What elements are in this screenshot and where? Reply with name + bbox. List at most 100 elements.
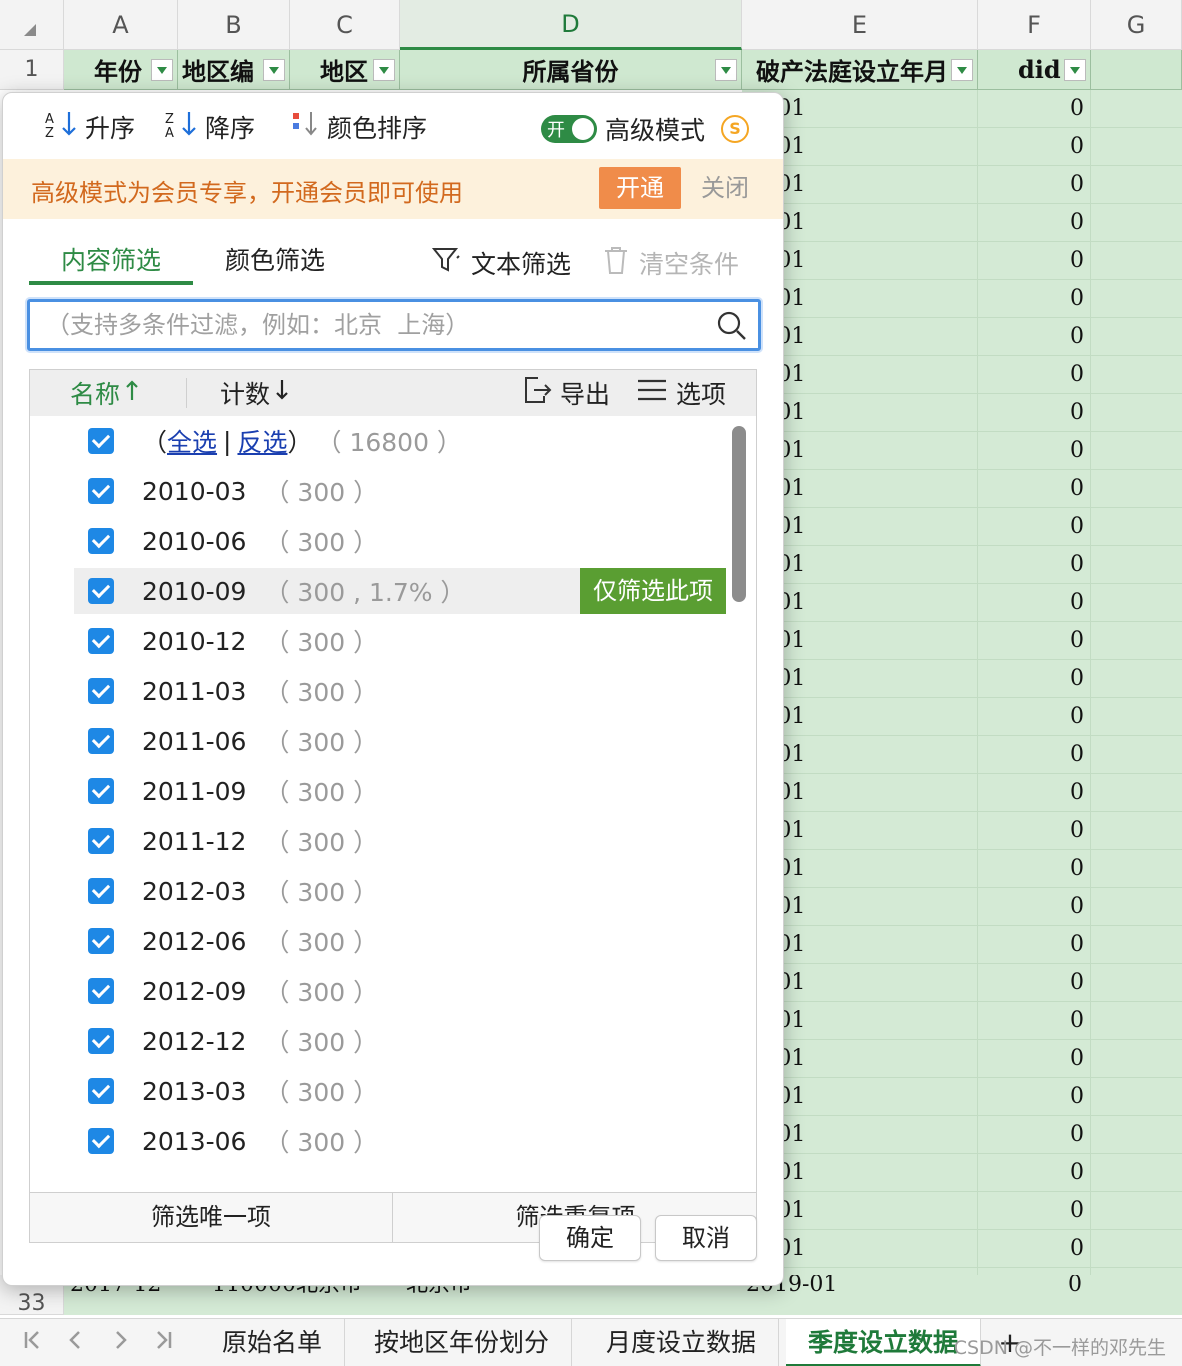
column-header-a[interactable]: A bbox=[64, 0, 178, 50]
header-cell-region[interactable]: 地区 bbox=[290, 50, 400, 90]
cell-g[interactable] bbox=[1091, 128, 1182, 166]
table-row[interactable]: 9-010 bbox=[742, 584, 1182, 622]
cell-did[interactable]: 0 bbox=[978, 1040, 1091, 1078]
cell-g[interactable] bbox=[1091, 1116, 1182, 1154]
list-item[interactable]: 2010-06 （ 300 ） bbox=[74, 518, 726, 564]
cell-did[interactable]: 0 bbox=[978, 90, 1091, 128]
column-header-g[interactable]: G bbox=[1091, 0, 1182, 50]
filter-dropdown-icon[interactable] bbox=[1064, 59, 1086, 81]
list-item[interactable]: 2010-03 （ 300 ） bbox=[74, 468, 726, 514]
cell-g[interactable] bbox=[1091, 90, 1182, 128]
table-row[interactable]: 9-010 bbox=[742, 1002, 1182, 1040]
cell-did[interactable]: 0 bbox=[978, 964, 1091, 1002]
item-checkbox[interactable] bbox=[88, 828, 114, 854]
table-row[interactable]: 9-010 bbox=[742, 774, 1182, 812]
column-header-f[interactable]: F bbox=[978, 0, 1091, 50]
cell-did[interactable]: 0 bbox=[978, 584, 1091, 622]
sheet-tab-original-list[interactable]: 原始名单 bbox=[200, 1319, 346, 1366]
table-row[interactable]: 9-010 bbox=[742, 736, 1182, 774]
list-item[interactable]: 2011-09 （ 300 ） bbox=[74, 768, 726, 814]
table-row[interactable]: 9-010 bbox=[742, 242, 1182, 280]
list-item[interactable]: 2010-09 （ 300 , 1.7% ） 仅筛选此项 bbox=[74, 568, 726, 614]
table-row[interactable]: 9-010 bbox=[742, 1116, 1182, 1154]
next-sheet-icon[interactable] bbox=[104, 1327, 136, 1359]
select-all-corner[interactable] bbox=[0, 0, 64, 50]
item-checkbox[interactable] bbox=[88, 978, 114, 1004]
text-filter-button[interactable]: 文本筛选 bbox=[431, 241, 571, 285]
list-item[interactable]: 2013-03 （ 300 ） bbox=[74, 1068, 726, 1114]
header-cell-g[interactable] bbox=[1091, 50, 1182, 90]
table-row[interactable]: 9-010 bbox=[742, 356, 1182, 394]
table-row[interactable]: 9-010 bbox=[742, 318, 1182, 356]
list-item[interactable]: 2012-03 （ 300 ） bbox=[74, 868, 726, 914]
table-row[interactable]: 9-010 bbox=[742, 622, 1182, 660]
close-banner-button[interactable]: 关闭 bbox=[697, 167, 753, 209]
cell-g[interactable] bbox=[1091, 318, 1182, 356]
item-checkbox[interactable] bbox=[88, 1128, 114, 1154]
cell-did[interactable]: 0 bbox=[978, 280, 1091, 318]
list-scrollbar[interactable] bbox=[732, 426, 746, 602]
prev-sheet-icon[interactable] bbox=[60, 1327, 92, 1359]
item-checkbox[interactable] bbox=[88, 478, 114, 504]
sheet-tab-monthly[interactable]: 月度设立数据 bbox=[584, 1319, 780, 1366]
table-row[interactable]: 9-010 bbox=[742, 204, 1182, 242]
cell-g[interactable] bbox=[1091, 1078, 1182, 1116]
cell-did[interactable]: 0 bbox=[978, 1230, 1091, 1268]
cell-g[interactable] bbox=[1091, 470, 1182, 508]
filter-only-this-button[interactable]: 仅筛选此项 bbox=[580, 568, 726, 614]
item-checkbox[interactable] bbox=[88, 778, 114, 804]
cell-g[interactable] bbox=[1091, 850, 1182, 888]
list-item[interactable]: 2012-06 （ 300 ） bbox=[74, 918, 726, 964]
cell-did[interactable]: 0 bbox=[978, 242, 1091, 280]
cell-did[interactable]: 0 bbox=[978, 736, 1091, 774]
cell-did[interactable]: 0 bbox=[978, 622, 1091, 660]
cell-did[interactable]: 0 bbox=[978, 888, 1091, 926]
cell-did[interactable]: 0 bbox=[978, 1002, 1091, 1040]
column-header-b[interactable]: B bbox=[178, 0, 290, 50]
header-cell-region-code[interactable]: 地区编 bbox=[178, 50, 290, 90]
filter-search-box[interactable] bbox=[27, 299, 761, 351]
table-row[interactable]: 9-010 bbox=[742, 280, 1182, 318]
table-row[interactable]: 9-010 bbox=[742, 394, 1182, 432]
list-item[interactable]: 2013-06 （ 300 ） bbox=[74, 1118, 726, 1164]
cell-g[interactable] bbox=[1091, 584, 1182, 622]
cell-did[interactable]: 0 bbox=[978, 546, 1091, 584]
advanced-mode-toggle[interactable]: 开 bbox=[541, 115, 597, 143]
list-item[interactable]: 2010-12 （ 300 ） bbox=[74, 618, 726, 664]
cell-did[interactable]: 0 bbox=[978, 1116, 1091, 1154]
cell-g[interactable] bbox=[1091, 356, 1182, 394]
cell-g[interactable] bbox=[1091, 622, 1182, 660]
select-all-link[interactable]: 全选 bbox=[167, 423, 217, 459]
item-checkbox[interactable] bbox=[88, 878, 114, 904]
cell-did[interactable]: 0 bbox=[978, 432, 1091, 470]
table-row[interactable]: 9-010 bbox=[742, 508, 1182, 546]
table-row[interactable]: 9-010 bbox=[742, 698, 1182, 736]
header-cell-province[interactable]: 所属省份 bbox=[400, 50, 742, 90]
column-header-e[interactable]: E bbox=[742, 0, 978, 50]
filter-dropdown-icon[interactable] bbox=[151, 59, 173, 81]
cell-g[interactable] bbox=[1091, 774, 1182, 812]
item-checkbox[interactable] bbox=[88, 928, 114, 954]
row-number-1[interactable]: 1 bbox=[0, 50, 64, 90]
table-row[interactable]: 9-010 bbox=[742, 432, 1182, 470]
cell-g[interactable] bbox=[1091, 204, 1182, 242]
cell-g[interactable] bbox=[1091, 660, 1182, 698]
cell-did[interactable]: 0 bbox=[978, 698, 1091, 736]
item-checkbox[interactable] bbox=[88, 678, 114, 704]
column-header-d[interactable]: D bbox=[400, 0, 742, 50]
item-checkbox[interactable] bbox=[88, 628, 114, 654]
cell-g[interactable] bbox=[1091, 926, 1182, 964]
sheet-tab-by-region-year[interactable]: 按地区年份划分 bbox=[352, 1319, 573, 1366]
list-item[interactable]: 2012-12 （ 300 ） bbox=[74, 1018, 726, 1064]
header-cell-court-date[interactable]: 破产法庭设立年月 bbox=[742, 50, 978, 90]
first-sheet-icon[interactable] bbox=[16, 1327, 48, 1359]
cell-did[interactable]: 0 bbox=[978, 204, 1091, 242]
last-sheet-icon[interactable] bbox=[148, 1327, 180, 1359]
cell-g[interactable] bbox=[1091, 1040, 1182, 1078]
tab-color-filter[interactable]: 颜色筛选 bbox=[213, 241, 337, 285]
cell-did[interactable]: 0 bbox=[978, 508, 1091, 546]
cell-g[interactable] bbox=[1091, 964, 1182, 1002]
table-row[interactable]: 9-010 bbox=[742, 470, 1182, 508]
select-all-row[interactable]: （ 全选 | 反选 ） （ 16800 ） bbox=[74, 418, 726, 464]
list-item[interactable]: 2012-09 （ 300 ） bbox=[74, 968, 726, 1014]
